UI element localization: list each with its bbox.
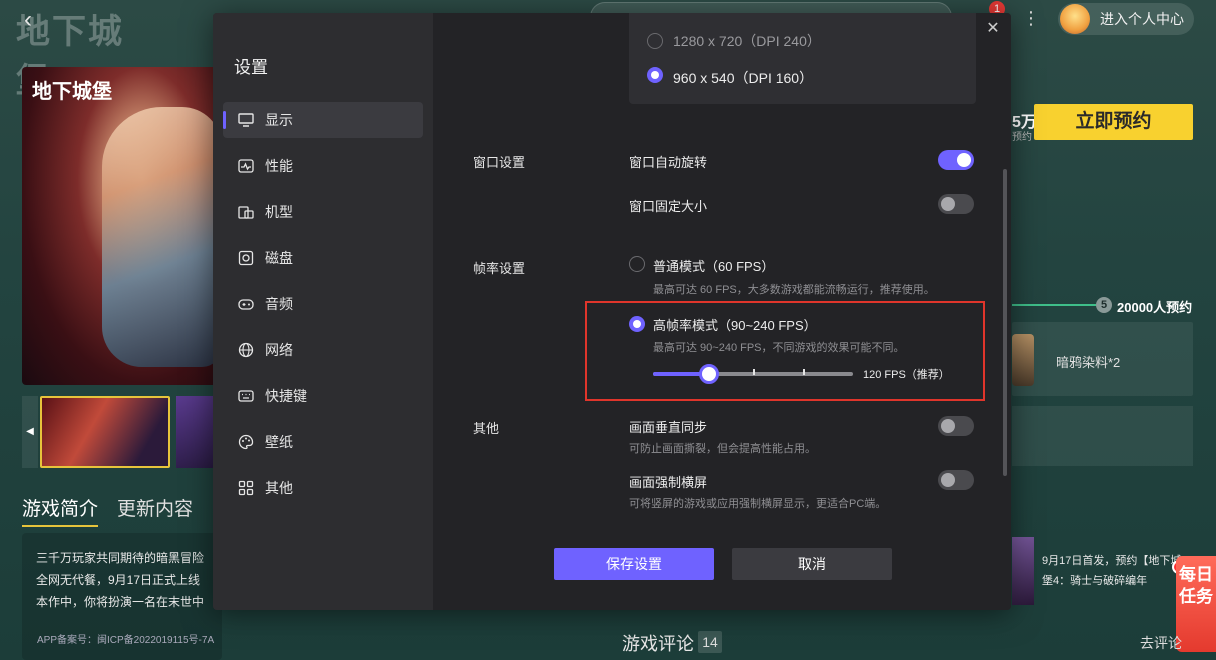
normal-mode-label: 普通模式（60 FPS） — [653, 259, 775, 274]
resolution-label: 960 x 540（DPI 160） — [673, 70, 814, 86]
grid-icon — [237, 479, 255, 497]
settings-content: ✕ 1280 x 720（DPI 240） 960 x 540（DPI 160）… — [433, 13, 1011, 610]
content-scrollbar[interactable] — [1003, 169, 1007, 476]
settings-sidebar: 设置 显示 性能 机型 磁盘 音频 网络 快捷键 壁纸 其他 — [213, 13, 433, 610]
user-center-button[interactable]: 进入个人中心 — [1058, 3, 1194, 35]
sidebar-item-label: 音频 — [265, 296, 293, 312]
disk-icon — [237, 249, 255, 267]
pulse-icon — [237, 157, 255, 175]
sidebar-item-label: 磁盘 — [265, 250, 293, 266]
fps-slider[interactable] — [653, 364, 853, 384]
sidebar-item-label: 其他 — [265, 480, 293, 496]
palette-icon — [237, 433, 255, 451]
reserve-button[interactable]: 立即预约 — [1034, 104, 1193, 140]
dialog-title: 设置 — [234, 58, 268, 77]
key-art-logo: 地下城堡 — [32, 79, 112, 103]
sidebar-item-label: 快捷键 — [265, 388, 307, 404]
high-fps-label: 高帧率模式（90~240 FPS） — [653, 318, 817, 333]
force-landscape-label: 画面强制横屏 — [629, 475, 708, 490]
daily-task-button[interactable]: 每日任务 — [1176, 556, 1216, 652]
sidebar-item-display[interactable]: 显示 — [223, 102, 423, 138]
keyboard-icon — [237, 387, 255, 405]
tab-update[interactable]: 更新内容 — [117, 494, 193, 521]
back-icon[interactable]: ‹ — [24, 6, 32, 34]
progress-step-badge: 5 — [1096, 297, 1112, 313]
reward-card[interactable]: 暗鸦染料*2 — [1012, 322, 1193, 396]
character-figure — [102, 107, 222, 367]
user-center-label: 进入个人中心 — [1100, 11, 1184, 27]
reservation-progress-line — [1012, 304, 1096, 306]
sidebar-item-model[interactable]: 机型 — [223, 194, 423, 230]
news-thumbnail — [1012, 537, 1034, 605]
fps-slider-value: 120 FPS（推荐） — [863, 369, 950, 381]
monitor-icon — [237, 111, 255, 129]
auto-rotate-toggle[interactable] — [938, 150, 974, 170]
thumbnail-prev-button[interactable]: ◀ — [22, 396, 38, 468]
fps-slider-tick — [753, 369, 755, 375]
auto-rotate-label: 窗口自动旋转 — [629, 155, 708, 170]
sidebar-item-audio[interactable]: 音频 — [223, 286, 423, 322]
close-icon[interactable]: ✕ — [983, 19, 1003, 39]
sidebar-item-other[interactable]: 其他 — [223, 470, 423, 506]
resolution-radio[interactable] — [647, 33, 663, 49]
news-text: 9月17日首发，预约【地下城堡4：骑士与破碎编年 — [1042, 555, 1182, 587]
write-review-link[interactable]: 去评论 — [1140, 633, 1182, 653]
fixed-size-label: 窗口固定大小 — [629, 199, 708, 214]
sidebar-item-label: 网络 — [265, 342, 293, 358]
reward-image — [1012, 334, 1034, 386]
sidebar-item-label: 壁纸 — [265, 434, 293, 450]
resolution-label: 1280 x 720（DPI 240） — [673, 33, 821, 49]
reward-card[interactable] — [1012, 406, 1193, 466]
force-landscape-toggle[interactable] — [938, 470, 974, 490]
intro-line: 本作中，你将扮演一名在末世中 — [36, 595, 205, 609]
gamepad-icon — [237, 295, 255, 313]
reservation-stat-label: 预约 — [1012, 132, 1032, 143]
device-icon — [237, 203, 255, 221]
fps-slider-thumb[interactable] — [699, 364, 719, 384]
section-title-window: 窗口设置 — [473, 155, 526, 170]
high-fps-desc: 最高可达 90~240 FPS，不同游戏的效果可能不同。 — [653, 342, 905, 354]
globe-icon — [237, 341, 255, 359]
progress-milestone-label: 20000人预约 — [1117, 300, 1193, 315]
sidebar-item-label: 显示 — [265, 112, 293, 128]
force-landscape-desc: 可将竖屏的游戏或应用强制横屏显示，更适合PC端。 — [629, 498, 887, 510]
thumbnail-2[interactable] — [176, 396, 216, 468]
sidebar-item-performance[interactable]: 性能 — [223, 148, 423, 184]
vsync-label: 画面垂直同步 — [629, 420, 708, 435]
sidebar-item-shortcuts[interactable]: 快捷键 — [223, 378, 423, 414]
fixed-size-toggle[interactable] — [938, 194, 974, 214]
sidebar-item-wallpaper[interactable]: 壁纸 — [223, 424, 423, 460]
vsync-desc: 可防止画面撕裂，但会提高性能占用。 — [629, 443, 816, 455]
section-title-fps: 帧率设置 — [473, 261, 526, 276]
game-logo: 地下城堡 — [16, 12, 124, 101]
sidebar-item-network[interactable]: 网络 — [223, 332, 423, 368]
fps-slider-tick — [803, 369, 805, 375]
section-title-other: 其他 — [473, 421, 500, 436]
cancel-button[interactable]: 取消 — [732, 548, 892, 580]
tab-intro[interactable]: 游戏简介 — [22, 494, 99, 527]
intro-line: 全网无代餐，9月17日正式上线 — [36, 573, 201, 587]
review-section-title: 游戏评论 — [622, 634, 694, 654]
sidebar-item-label: 机型 — [265, 204, 293, 220]
high-fps-radio[interactable] — [629, 316, 645, 332]
more-icon[interactable]: ⋮ — [1022, 8, 1040, 29]
normal-mode-radio[interactable] — [629, 256, 645, 272]
icp-text: APP备案号：闽ICP备2022019115号-7A — [37, 635, 215, 646]
game-key-art[interactable]: 地下城堡 — [22, 67, 222, 385]
thumbnail-1[interactable] — [40, 396, 170, 468]
resolution-options: 1280 x 720（DPI 240） 960 x 540（DPI 160） — [629, 13, 976, 104]
sidebar-item-label: 性能 — [265, 158, 293, 174]
review-count-badge: 14 — [698, 631, 722, 653]
avatar — [1060, 4, 1090, 34]
sidebar-item-disk[interactable]: 磁盘 — [223, 240, 423, 276]
intro-line: 三千万玩家共同期待的暗黑冒险 — [36, 551, 205, 565]
save-settings-button[interactable]: 保存设置 — [554, 548, 714, 580]
resolution-radio[interactable] — [647, 67, 663, 83]
reward-label: 暗鸦染料*2 — [1056, 355, 1121, 370]
settings-dialog: 设置 显示 性能 机型 磁盘 音频 网络 快捷键 壁纸 其他 ✕ 1280 x … — [213, 13, 1011, 610]
news-card[interactable]: 9月17日首发，预约【地下城堡4：骑士与破碎编年 — [1012, 537, 1184, 605]
normal-mode-desc: 最高可达 60 FPS，大多数游戏都能流畅运行，推荐使用。 — [653, 284, 935, 296]
vsync-toggle[interactable] — [938, 416, 974, 436]
